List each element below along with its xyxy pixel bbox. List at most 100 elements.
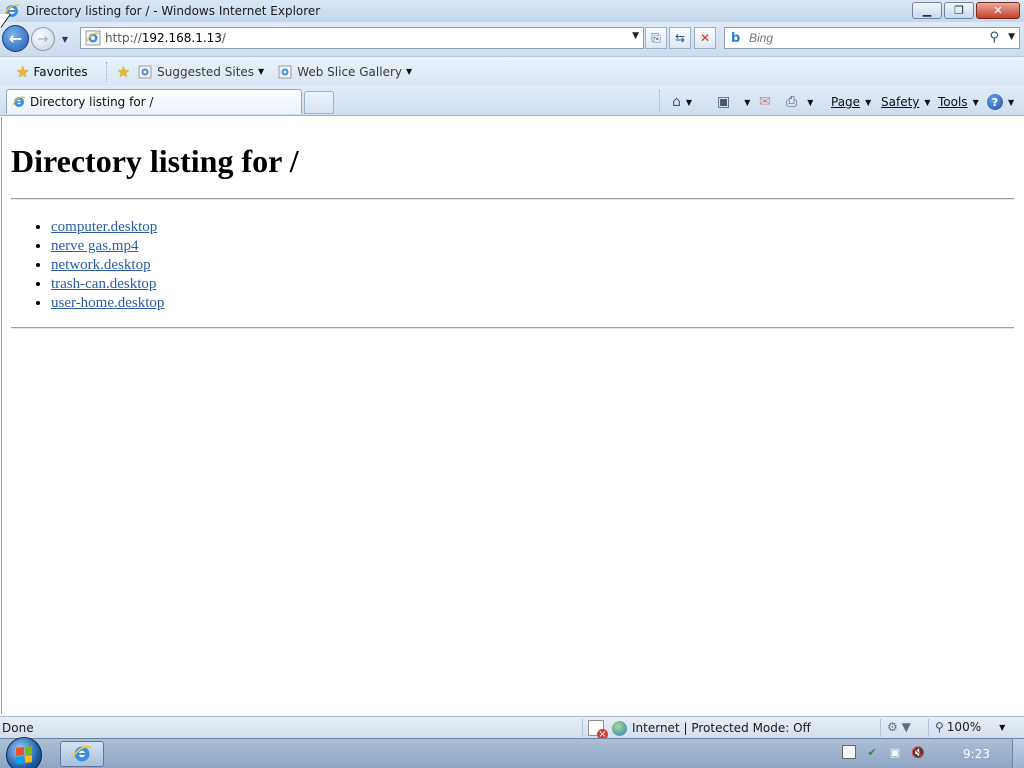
popup-blocked-icon[interactable] [588, 720, 608, 740]
file-link[interactable]: trash-can.desktop [51, 276, 156, 292]
printer-icon: ⎙ [786, 94, 798, 110]
page-heading: Directory listing for / [11, 143, 299, 179]
forward-button[interactable]: → [31, 27, 55, 51]
list-item: user-home.desktop [51, 294, 164, 313]
list-item: trash-can.desktop [51, 275, 164, 294]
status-text: Done [2, 721, 34, 735]
show-desktop-button[interactable] [1012, 739, 1024, 768]
taskbar: ✔ ▣ 🔇 9:23 [0, 737, 1024, 768]
arrow-left-icon: ← [8, 29, 23, 48]
recent-pages-dropdown[interactable]: ▼ [59, 32, 71, 46]
back-button[interactable]: ← [2, 25, 29, 52]
favorites-item-label: Web Slice Gallery [297, 64, 402, 79]
file-link[interactable]: user-home.desktop [51, 295, 164, 311]
chevron-down-icon: ▼ [807, 97, 814, 107]
rss-feed-icon: ▣ [717, 94, 731, 110]
chevron-down-icon: ▼ [61, 34, 69, 44]
document-icon[interactable] [842, 745, 856, 759]
read-mail-button[interactable]: ✉ [759, 92, 771, 112]
zoom-level: 100% [946, 720, 982, 734]
top-divider [11, 198, 1014, 200]
file-link[interactable]: computer.desktop [51, 219, 157, 235]
chevron-down-icon: ▼ [685, 97, 693, 107]
refresh-button[interactable]: ⇆ [669, 27, 691, 49]
star-icon: ★ [16, 62, 30, 81]
search-icon[interactable]: ⚲ [989, 30, 999, 45]
status-separator [582, 719, 583, 737]
navigation-bar: ← → ▼ http://192.168.1.13/ ▼ ⎘ ⇆ ✕ b ⚲ ▼ [0, 22, 1024, 56]
globe-icon [612, 720, 627, 736]
clock[interactable]: 9:23 [963, 747, 990, 761]
file-link[interactable]: network.desktop [51, 257, 151, 273]
favorites-label: Favorites [33, 64, 88, 79]
print-button[interactable]: ⎙ ▼ [786, 92, 813, 112]
address-dropdown-icon[interactable]: ▼ [632, 31, 639, 41]
minimize-button[interactable]: ▁ [912, 2, 942, 19]
tools-menu-button[interactable]: Tools ▼ [938, 92, 979, 112]
add-to-favorites-bar-icon[interactable]: ★ [117, 63, 130, 81]
status-bar: Done Internet | Protected Mode: Off ⚙ ▼ … [0, 716, 1024, 740]
protected-mode-icon[interactable]: ⚙ ▼ [887, 720, 911, 734]
compatibility-view-button[interactable]: ⎘ [645, 27, 667, 49]
list-item: nerve gas.mp4 [51, 237, 164, 256]
command-bar-separator [659, 90, 660, 112]
chevron-down-icon: ▼ [405, 67, 413, 76]
safety-menu-button[interactable]: Safety ▼ [881, 92, 931, 112]
maximize-button[interactable]: ❐ [944, 2, 974, 19]
home-button[interactable]: ⌂ ▼ [672, 92, 692, 112]
chevron-down-icon: ▼ [924, 97, 931, 107]
page-menu-button[interactable]: Page ▼ [831, 92, 871, 112]
address-bar[interactable]: http://192.168.1.13/ ▼ [80, 27, 644, 49]
url-scheme: http:// [105, 31, 142, 45]
magnifier-icon: ⚲ [935, 720, 944, 734]
stop-icon: ✕ [699, 31, 711, 45]
mouse-cursor-icon [0, 14, 10, 28]
address-url: http://192.168.1.13/ [105, 31, 226, 45]
url-host: 192.168.1.13 [141, 31, 222, 45]
tab-directory-listing[interactable]: Directory listing for / [6, 89, 302, 114]
tab-title: Directory listing for / [30, 95, 154, 109]
new-tab-button[interactable] [304, 91, 334, 114]
close-button[interactable]: ✕ [976, 2, 1020, 19]
compatibility-icon: ⎘ [651, 30, 661, 45]
tools-menu-label: Tools [938, 95, 968, 109]
file-list: computer.desktop nerve gas.mp4 network.d… [51, 218, 164, 313]
chevron-down-icon: ▼ [1008, 97, 1015, 107]
system-tray: ✔ ▣ 🔇 [842, 745, 925, 759]
page-content: Directory listing for / computer.desktop… [1, 117, 1023, 714]
security-zone[interactable]: Internet | Protected Mode: Off [588, 720, 811, 740]
zoom-control[interactable]: ⚲ 100% ▼ [935, 720, 1005, 734]
chevron-down-icon[interactable]: ▼ [999, 723, 1005, 732]
help-menu-button[interactable]: ? ▼ [987, 92, 1014, 112]
feeds-button[interactable]: ▣ ▼ [717, 92, 750, 112]
ie-page-icon [278, 65, 292, 78]
favorites-button[interactable]: ★ Favorites [16, 63, 88, 81]
search-options-dropdown-icon[interactable]: ▼ [1008, 32, 1015, 42]
search-input[interactable] [749, 31, 989, 45]
file-link[interactable]: nerve gas.mp4 [51, 238, 138, 254]
home-icon: ⌂ [672, 94, 681, 110]
stop-button[interactable]: ✕ [694, 27, 716, 49]
chevron-down-icon: ▼ [972, 97, 979, 107]
chevron-down-icon: ▼ [865, 97, 872, 107]
taskbar-ie-button[interactable] [60, 741, 104, 767]
window-title: Directory listing for / - Windows Intern… [26, 4, 321, 18]
favorites-bar: ★ Favorites ★ Suggested Sites ▼ Web Slic… [0, 56, 1024, 86]
page-icon [85, 30, 101, 46]
windows-logo-icon [16, 746, 32, 764]
network-icon[interactable]: ▣ [888, 745, 902, 759]
action-center-icon[interactable]: ✔ [865, 745, 879, 759]
bing-icon: b [731, 30, 741, 46]
ie-logo-icon [12, 96, 26, 107]
start-button[interactable] [6, 737, 42, 768]
search-box[interactable]: b ⚲ ▼ [724, 27, 1020, 49]
favorites-item-label: Suggested Sites [157, 64, 255, 79]
favorites-item-suggested-sites[interactable]: Suggested Sites ▼ [138, 65, 264, 79]
status-separator [928, 719, 929, 737]
window-controls: ▁ ❐ ✕ [910, 2, 1020, 19]
safety-menu-label: Safety [881, 95, 920, 109]
favorites-item-web-slice-gallery[interactable]: Web Slice Gallery ▼ [278, 65, 412, 79]
volume-muted-icon[interactable]: 🔇 [911, 745, 925, 759]
zone-label: Internet | Protected Mode: Off [632, 721, 811, 735]
help-icon: ? [987, 94, 1003, 110]
